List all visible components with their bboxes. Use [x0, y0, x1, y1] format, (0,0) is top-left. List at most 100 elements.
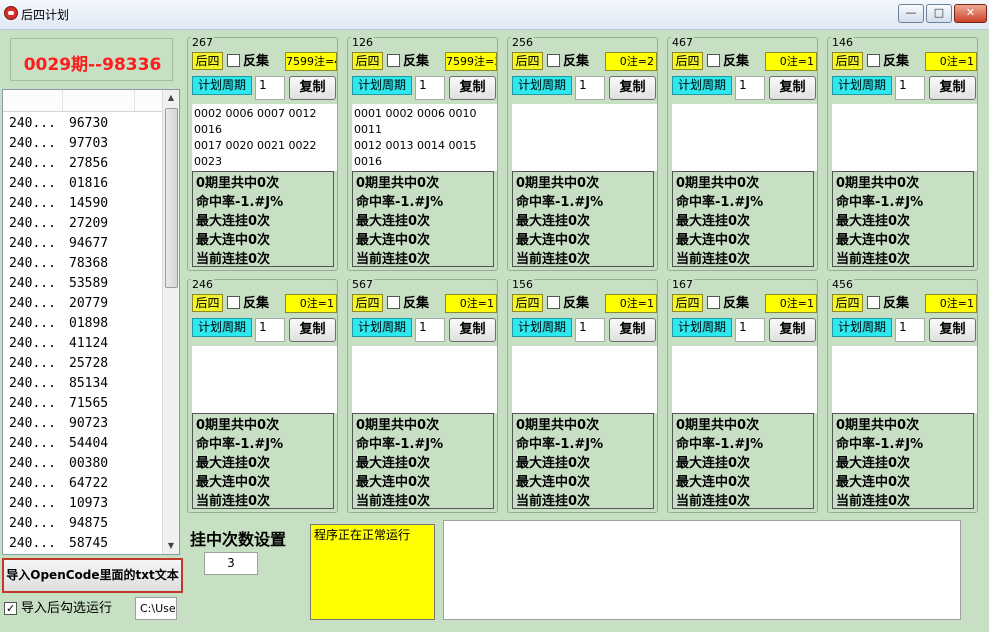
plan-cycle-label: 计划周期: [192, 318, 252, 337]
reverse-set-checkbox-box[interactable]: [547, 296, 560, 309]
plan-cycle-input[interactable]: 1: [735, 76, 765, 100]
history-row[interactable]: 240... 58745: [3, 534, 108, 554]
codes-textarea[interactable]: [512, 346, 657, 413]
history-row[interactable]: 240... 85134: [3, 374, 108, 394]
codes-textarea[interactable]: [192, 346, 337, 413]
reverse-set-checkbox-box[interactable]: [707, 296, 720, 309]
history-row[interactable]: 240... 41124: [3, 334, 108, 354]
copy-button[interactable]: 复制: [769, 318, 816, 342]
maximize-button[interactable]: □: [926, 4, 952, 23]
hit-setting-input[interactable]: 3: [204, 552, 258, 575]
history-row[interactable]: 240... 27856: [3, 154, 108, 174]
codes-textarea[interactable]: [832, 346, 977, 413]
history-row[interactable]: 240... 97703: [3, 134, 108, 154]
history-row[interactable]: 240... 10973: [3, 494, 108, 514]
scroll-down-arrow-icon[interactable]: ▼: [163, 538, 179, 554]
copy-button[interactable]: 复制: [449, 76, 496, 100]
history-row[interactable]: 240... 94875: [3, 514, 108, 534]
codes-textarea[interactable]: [512, 104, 657, 171]
history-row[interactable]: 240... 01898: [3, 314, 108, 334]
reverse-set-checkbox-box[interactable]: [867, 296, 880, 309]
stat-line: 命中率-1.#J%: [356, 437, 444, 452]
history-row[interactable]: 240... 01816: [3, 174, 108, 194]
autorun-checkbox[interactable]: 导入后勾选运行: [4, 600, 130, 620]
reverse-set-checkbox-box[interactable]: [387, 54, 400, 67]
reverse-set-checkbox[interactable]: 反集: [227, 53, 269, 71]
path-field[interactable]: C:\Use: [135, 597, 177, 620]
history-row[interactable]: 240... 00380: [3, 454, 108, 474]
history-header-col-date[interactable]: [3, 90, 63, 111]
history-row[interactable]: 240... 25728: [3, 354, 108, 374]
scroll-thumb[interactable]: [165, 108, 178, 288]
plan-cycle-input[interactable]: 1: [895, 76, 925, 100]
stat-line: 命中率-1.#J%: [356, 195, 444, 210]
reverse-set-checkbox[interactable]: 反集: [707, 53, 749, 71]
reverse-set-checkbox-box[interactable]: [227, 296, 240, 309]
codes-textarea[interactable]: [672, 346, 817, 413]
reverse-set-checkbox-box[interactable]: [387, 296, 400, 309]
codes-textarea[interactable]: [672, 104, 817, 171]
history-list[interactable]: 240... 96730 240... 97703 240... 27856 240... 0…: [2, 89, 180, 555]
history-row[interactable]: 240... 14590: [3, 194, 108, 214]
reverse-set-checkbox[interactable]: 反集: [707, 295, 749, 313]
history-code: 25728: [69, 356, 109, 371]
copy-button[interactable]: 复制: [609, 76, 656, 100]
copy-button[interactable]: 复制: [929, 76, 976, 100]
history-row[interactable]: 240... 94677: [3, 234, 108, 254]
log-box[interactable]: [443, 520, 961, 620]
copy-button[interactable]: 复制: [769, 76, 816, 100]
plan-cycle-input[interactable]: 1: [895, 318, 925, 342]
history-row[interactable]: 240... 54404: [3, 434, 108, 454]
history-row[interactable]: 240... 20779: [3, 294, 108, 314]
history-row[interactable]: 240... 90723: [3, 414, 108, 434]
stat-line: 最大连挂0次: [196, 214, 271, 229]
plan-cycle-input[interactable]: 1: [255, 76, 285, 100]
history-row[interactable]: 240... 71565: [3, 394, 108, 414]
reverse-set-label: 反集: [723, 54, 750, 69]
import-txt-button[interactable]: 导入OpenCode里面的txt文本: [2, 558, 183, 593]
history-row[interactable]: 240... 78368: [3, 254, 108, 274]
copy-button[interactable]: 复制: [449, 318, 496, 342]
plan-cycle-input[interactable]: 1: [735, 318, 765, 342]
history-row[interactable]: 240... 96730: [3, 114, 108, 134]
reverse-set-checkbox-box[interactable]: [547, 54, 560, 67]
history-scrollbar[interactable]: ▲ ▼: [162, 90, 179, 554]
plan-cycle-input[interactable]: 1: [575, 318, 605, 342]
copy-button[interactable]: 复制: [289, 76, 336, 100]
codes-textarea[interactable]: 0001 0002 0006 0010 0011 0012 0013 0014 0…: [352, 104, 497, 171]
reverse-set-checkbox-box[interactable]: [227, 54, 240, 67]
reverse-set-checkbox[interactable]: 反集: [867, 53, 909, 71]
history-row[interactable]: 240... 64722: [3, 474, 108, 494]
stat-line: 命中率-1.#J%: [516, 195, 604, 210]
minimize-button[interactable]: —: [898, 4, 924, 23]
codes-textarea[interactable]: [832, 104, 977, 171]
reverse-set-checkbox[interactable]: 反集: [867, 295, 909, 313]
stat-line: 最大连中0次: [516, 233, 591, 248]
history-code: 20779: [69, 296, 109, 311]
copy-button[interactable]: 复制: [609, 318, 656, 342]
reverse-set-checkbox[interactable]: 反集: [387, 295, 429, 313]
reverse-set-checkbox-box[interactable]: [867, 54, 880, 67]
reverse-set-checkbox[interactable]: 反集: [547, 295, 589, 313]
reverse-set-checkbox[interactable]: 反集: [547, 53, 589, 71]
status-box: 程序正在正常运行: [310, 524, 435, 620]
plan-cycle-input[interactable]: 1: [415, 318, 445, 342]
copy-button[interactable]: 复制: [929, 318, 976, 342]
hou-si-tag: 后四: [192, 294, 223, 312]
plan-cycle-input[interactable]: 1: [575, 76, 605, 100]
history-row[interactable]: 240... 53589: [3, 274, 108, 294]
history-row[interactable]: 240... 27209: [3, 214, 108, 234]
plan-cycle-input[interactable]: 1: [255, 318, 285, 342]
codes-textarea[interactable]: [352, 346, 497, 413]
autorun-checkbox-box[interactable]: [4, 600, 17, 618]
history-header-col-code[interactable]: [63, 90, 135, 111]
copy-button[interactable]: 复制: [289, 318, 336, 342]
codes-textarea[interactable]: 0002 0006 0007 0012 0016 0017 0020 0021 0…: [192, 104, 337, 171]
stats-box: 0期里共中0次 命中率-1.#J% 最大连挂0次 最大连中0次 当前连挂0次: [352, 171, 494, 267]
scroll-up-arrow-icon[interactable]: ▲: [163, 90, 179, 106]
close-button[interactable]: ✕: [954, 4, 987, 23]
reverse-set-checkbox-box[interactable]: [707, 54, 720, 67]
plan-cycle-input[interactable]: 1: [415, 76, 445, 100]
reverse-set-checkbox[interactable]: 反集: [387, 53, 429, 71]
reverse-set-checkbox[interactable]: 反集: [227, 295, 269, 313]
